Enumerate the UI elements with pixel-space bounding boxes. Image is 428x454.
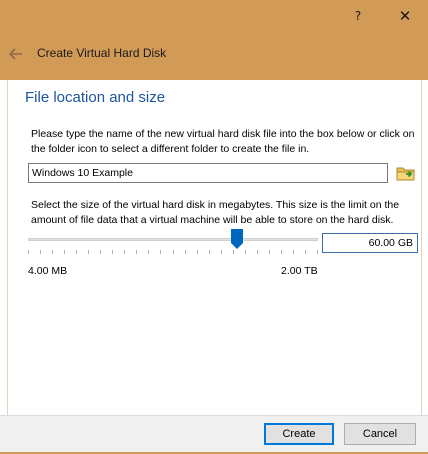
slider-tick	[305, 250, 306, 254]
slider-ticks	[28, 250, 318, 254]
slider-tick	[269, 250, 270, 254]
slider-tick	[112, 250, 113, 254]
help-button[interactable]: ?	[343, 0, 373, 32]
slider-tick	[28, 250, 29, 254]
size-max-label: 2.00 TB	[281, 265, 318, 277]
size-slider-thumb[interactable]	[230, 229, 243, 249]
slider-tick	[76, 250, 77, 254]
slider-tick	[245, 250, 246, 254]
slider-tick	[148, 250, 149, 254]
file-location-input[interactable]: Windows 10 Example	[28, 163, 388, 183]
folder-icon[interactable]	[396, 163, 416, 183]
slider-tick	[221, 250, 222, 254]
slider-tick	[64, 250, 65, 254]
size-description: Select the size of the virtual hard disk…	[31, 199, 400, 226]
slider-tick	[88, 250, 89, 254]
slider-tick	[136, 250, 137, 254]
cancel-button[interactable]: Cancel	[344, 423, 416, 445]
slider-tick	[197, 250, 198, 254]
size-min-label: 4.00 MB	[28, 265, 68, 277]
back-arrow-icon[interactable]	[8, 46, 24, 62]
file-description: Please type the name of the new virtual …	[31, 128, 415, 155]
size-slider-track[interactable]	[28, 238, 318, 241]
slider-tick	[124, 250, 125, 254]
slider-tick	[185, 250, 186, 254]
slider-tick	[233, 250, 234, 254]
slider-tick	[100, 250, 101, 254]
close-button[interactable]: ✕	[390, 0, 420, 32]
section-title: File location and size	[25, 89, 166, 106]
slider-tick	[173, 250, 174, 254]
slider-tick	[160, 250, 161, 254]
slider-tick	[317, 250, 318, 254]
size-input[interactable]: 60.00 GB	[322, 233, 418, 253]
slider-tick	[52, 250, 53, 254]
slider-tick	[293, 250, 294, 254]
slider-tick	[40, 250, 41, 254]
title-bar: ? ✕ Create Virtual Hard Disk	[0, 0, 428, 80]
create-button[interactable]: Create	[264, 423, 334, 445]
slider-tick	[257, 250, 258, 254]
wizard-title: Create Virtual Hard Disk	[37, 46, 167, 60]
slider-tick	[209, 250, 210, 254]
slider-tick	[281, 250, 282, 254]
